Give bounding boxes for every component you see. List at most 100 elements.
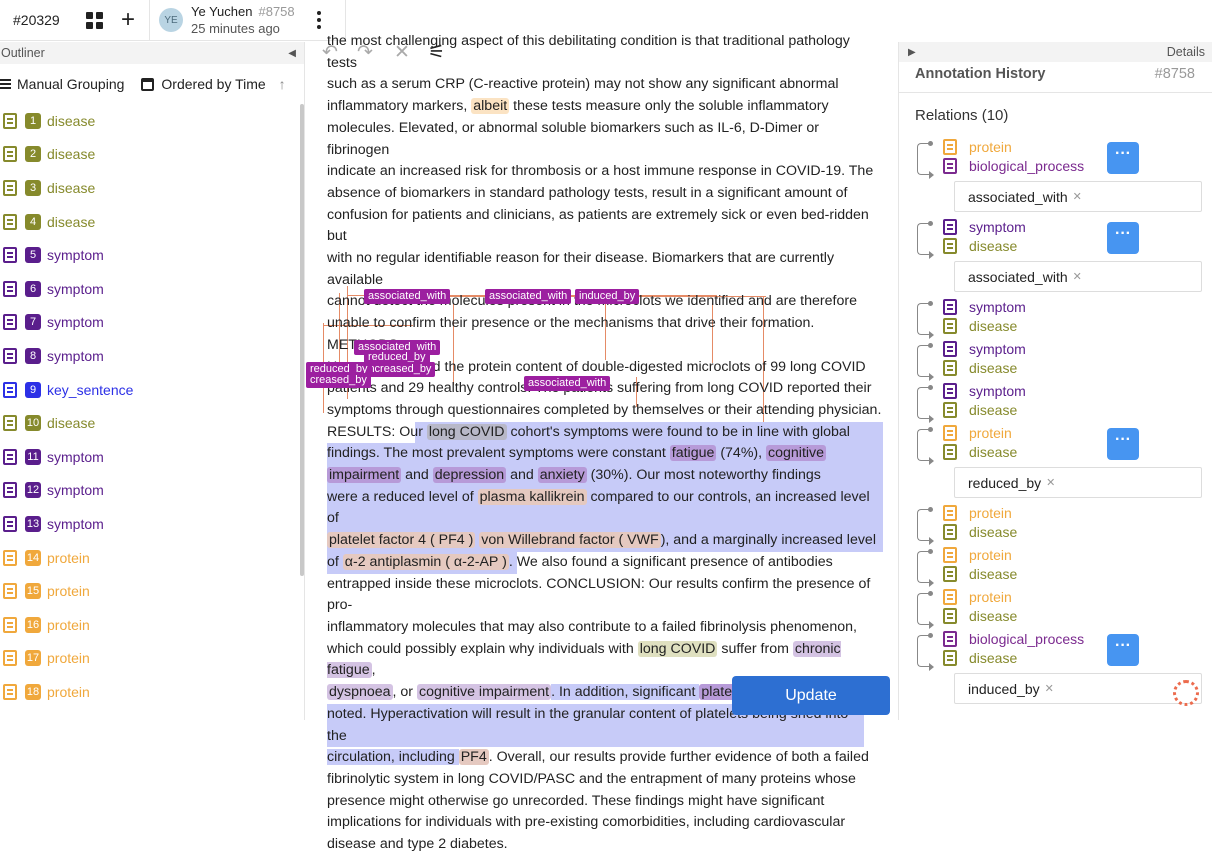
relation-item[interactable]: symptom disease — [917, 341, 1212, 383]
entity-label: symptom — [47, 482, 104, 499]
relation-item[interactable]: biological_process disease ··· — [917, 631, 1212, 673]
entity-span[interactable]: impairment — [327, 467, 402, 484]
document-icon — [943, 505, 957, 521]
relation-arrow-icon — [917, 141, 934, 179]
relation-item[interactable]: protein disease — [917, 505, 1212, 547]
entity-span[interactable]: dyspnoea — [327, 684, 393, 701]
entity-span[interactable]: anxiety — [537, 467, 587, 484]
entity-span[interactable]: PF4 — [458, 749, 489, 766]
entity-number: 9 — [25, 381, 41, 398]
document-icon — [3, 179, 17, 196]
outliner-entity-item[interactable]: 16 protein — [0, 608, 304, 642]
remove-tag-icon[interactable]: ✕ — [1073, 270, 1082, 283]
redo-icon[interactable]: ↷ — [357, 41, 373, 64]
remove-tag-icon[interactable]: ✕ — [1046, 476, 1055, 489]
entity-span[interactable]: cognitive — [766, 445, 827, 462]
document-text[interactable]: the most challenging aspect of this debi… — [327, 31, 883, 856]
relation-from: protein — [969, 589, 1012, 605]
entity-span[interactable]: von Willebrand factor ( VWF — [479, 532, 661, 549]
entity-span[interactable]: fatigue — [669, 445, 717, 462]
document-icon — [3, 280, 17, 297]
outliner-entity-item[interactable]: 15 protein — [0, 574, 304, 608]
settings-sliders-icon[interactable]: ⚟ — [428, 41, 445, 64]
text-line: fibrinolytic system in long COVID/PASC a… — [327, 770, 856, 787]
relation-label[interactable]: increased_by — [362, 362, 436, 377]
relation-to: disease — [969, 650, 1018, 666]
outliner-entity-item[interactable]: 5 symptom — [0, 238, 304, 272]
update-button[interactable]: Update — [732, 676, 890, 715]
undo-icon[interactable]: ↶ — [322, 41, 338, 64]
outliner-entity-item[interactable]: 3 disease — [0, 171, 304, 205]
order-by-time-toggle[interactable]: Ordered by Time — [141, 76, 266, 92]
relation-to: disease — [969, 318, 1018, 334]
document-icon — [943, 589, 957, 605]
outliner-entity-item[interactable]: 10 disease — [0, 406, 304, 440]
annotation-history[interactable]: Annotation History #8758 — [899, 56, 1212, 93]
outliner-entity-item[interactable]: 2 disease — [0, 138, 304, 172]
outliner-entity-item[interactable]: 17 protein — [0, 642, 304, 676]
text-line: presence might otherwise go unrecorded. … — [327, 792, 825, 809]
expand-icon[interactable]: ▶ — [908, 47, 916, 58]
entity-span[interactable]: albeit — [471, 98, 510, 115]
outliner-entity-item[interactable]: 13 symptom — [0, 507, 304, 541]
close-icon[interactable]: ✕ — [394, 41, 410, 64]
relation-type-select[interactable]: induced_by ✕ — [954, 673, 1202, 704]
relation-item[interactable]: protein disease ··· — [917, 425, 1212, 467]
outliner-entity-item[interactable]: 8 symptom — [0, 339, 304, 373]
more-vertical-icon[interactable] — [316, 11, 321, 29]
outliner-entity-item[interactable]: 12 symptom — [0, 474, 304, 508]
details-panel: ▶ Details Annotation History #8758 Relat… — [898, 42, 1212, 720]
outliner-entity-item[interactable]: 6 symptom — [0, 272, 304, 306]
relation-type-select[interactable]: reduced_by ✕ — [954, 467, 1202, 498]
remove-tag-icon[interactable]: ✕ — [1045, 682, 1054, 695]
entity-number: 16 — [25, 616, 41, 633]
relation-item[interactable]: protein disease — [917, 547, 1212, 589]
relation-item[interactable]: protein disease — [917, 589, 1212, 631]
entity-span[interactable]: α-2 antiplasmin ( α-2-AP ) — [342, 553, 509, 570]
relation-item[interactable]: symptom disease — [917, 383, 1212, 425]
relation-type-select[interactable]: associated_with ✕ — [954, 261, 1202, 292]
outliner-entity-item[interactable]: 9 key_sentence — [0, 373, 304, 407]
plus-icon[interactable]: + — [121, 8, 135, 32]
relations-list: protein biological_process ··· associated_… — [899, 139, 1212, 704]
entity-label: symptom — [47, 448, 104, 465]
entity-span[interactable]: cognitive impairment — [416, 684, 552, 701]
manual-grouping-toggle[interactable]: Manual Grouping — [0, 76, 124, 92]
relation-item[interactable]: symptom disease ··· — [917, 219, 1212, 261]
relation-label[interactable]: associated_with — [364, 289, 451, 304]
entity-number: 4 — [25, 213, 41, 230]
relation-label[interactable]: induced_by — [575, 289, 640, 304]
outliner-entity-item[interactable]: 14 protein — [0, 541, 304, 575]
relation-arrow-icon — [917, 427, 934, 465]
relation-item[interactable]: protein biological_process ··· — [917, 139, 1212, 181]
outliner-entity-item[interactable]: 18 protein — [0, 675, 304, 709]
entity-span[interactable]: depression — [432, 467, 507, 484]
text-line: inflammatory molecules that may also con… — [327, 618, 857, 635]
entity-span[interactable]: plasma kallikrein — [477, 488, 587, 505]
more-options-button[interactable]: ··· — [1107, 634, 1139, 666]
document-icon — [3, 448, 17, 465]
remove-tag-icon[interactable]: ✕ — [1073, 190, 1082, 203]
more-options-button[interactable]: ··· — [1107, 428, 1139, 460]
entity-span[interactable]: long COVID — [426, 423, 507, 440]
outliner-entity-item[interactable]: 11 symptom — [0, 440, 304, 474]
outliner-scrollbar[interactable] — [300, 104, 304, 576]
more-options-button[interactable]: ··· — [1107, 222, 1139, 254]
collapse-left-icon[interactable]: ◀ — [288, 48, 296, 59]
relation-label[interactable]: associated_with — [485, 289, 572, 304]
sort-direction-icon[interactable]: ↑ — [279, 76, 286, 92]
outliner-entity-item[interactable]: 7 symptom — [0, 306, 304, 340]
outliner-entity-item[interactable]: 1 disease — [0, 104, 304, 138]
relation-label[interactable]: associated_with — [524, 376, 611, 391]
entity-number: 2 — [25, 146, 41, 163]
entity-number: 10 — [25, 415, 41, 432]
relation-label[interactable]: creased_by — [306, 373, 371, 388]
entity-span[interactable]: long COVID — [637, 640, 718, 657]
relation-type-select[interactable]: associated_with ✕ — [954, 181, 1202, 212]
outliner-entity-item[interactable]: 4 disease — [0, 205, 304, 239]
relation-item[interactable]: symptom disease — [917, 299, 1212, 341]
entity-span[interactable]: platelet factor 4 ( PF4 ) — [327, 532, 476, 549]
relations-heading: Relations (10) — [915, 107, 1009, 124]
more-options-button[interactable]: ··· — [1107, 142, 1139, 174]
grid-icon[interactable] — [86, 11, 103, 29]
